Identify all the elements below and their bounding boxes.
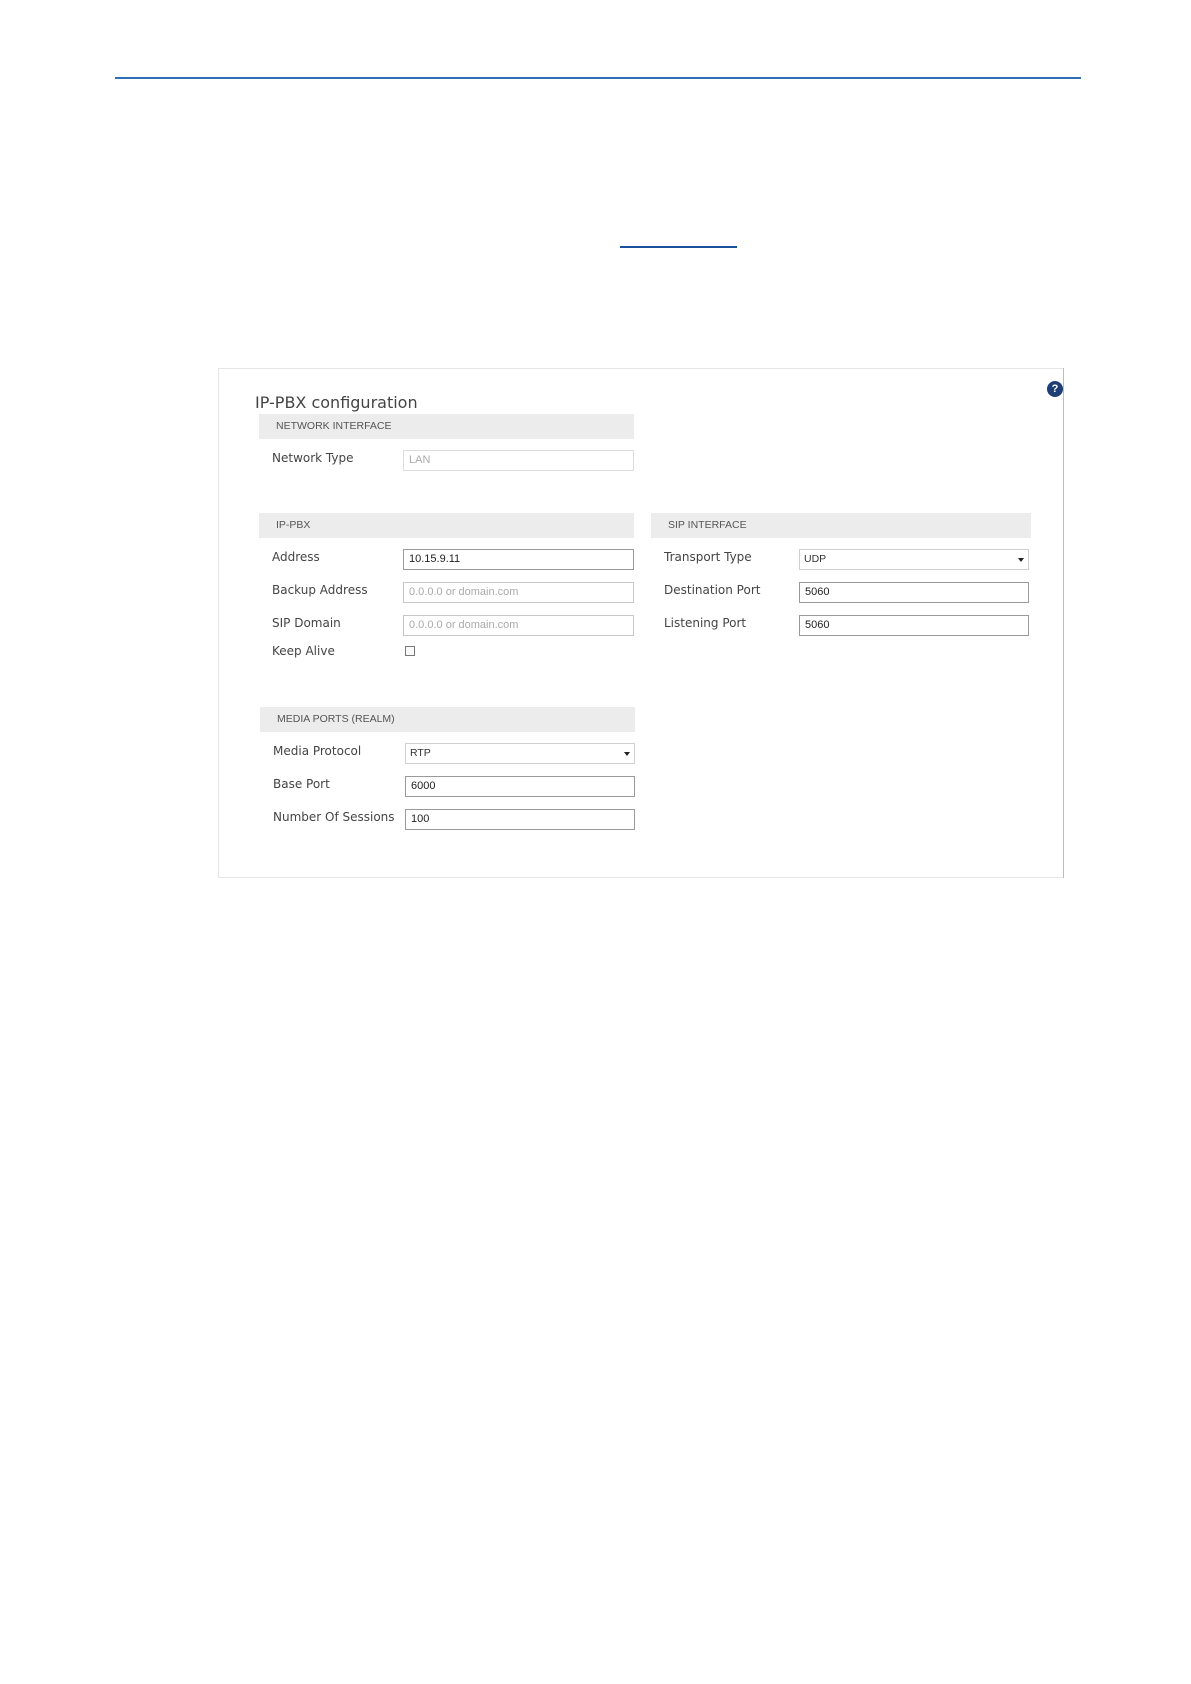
caret-down-icon [1018, 558, 1024, 562]
document-link-underline[interactable] [620, 246, 737, 248]
sip-domain-input[interactable]: 0.0.0.0 or domain.com [403, 615, 634, 636]
panel-scroll-edge [1063, 368, 1064, 878]
caret-down-icon [624, 752, 630, 756]
transport-type-value: UDP [804, 553, 827, 565]
panel-title: IP-PBX configuration [255, 393, 418, 412]
keep-alive-label: Keep Alive [272, 644, 335, 658]
network-type-label: Network Type [272, 451, 354, 465]
help-icon[interactable]: ? [1047, 381, 1063, 397]
header-rule [115, 77, 1081, 79]
destination-port-input[interactable]: 5060 [799, 582, 1029, 603]
media-protocol-value: RTP [410, 747, 431, 759]
section-sip-interface: SIP INTERFACE [651, 513, 1031, 538]
base-port-label: Base Port [273, 777, 330, 791]
network-type-field: LAN [403, 450, 634, 471]
sip-domain-label: SIP Domain [272, 616, 341, 630]
destination-port-label: Destination Port [664, 583, 761, 597]
address-label: Address [272, 550, 320, 564]
media-protocol-label: Media Protocol [273, 744, 362, 758]
section-media-ports: MEDIA PORTS (REALM) [260, 707, 635, 732]
transport-type-label: Transport Type [664, 550, 752, 564]
base-port-input[interactable]: 6000 [405, 776, 635, 797]
listening-port-label: Listening Port [664, 616, 747, 630]
backup-address-label: Backup Address [272, 583, 368, 597]
section-network-interface: NETWORK INTERFACE [259, 414, 634, 439]
address-input[interactable]: 10.15.9.11 [403, 549, 634, 570]
keep-alive-checkbox[interactable] [405, 646, 415, 656]
backup-address-input[interactable]: 0.0.0.0 or domain.com [403, 582, 634, 603]
media-protocol-select[interactable]: RTP [405, 743, 635, 764]
listening-port-input[interactable]: 5060 [799, 615, 1029, 636]
transport-type-select[interactable]: UDP [799, 549, 1029, 570]
section-ip-pbx: IP-PBX [259, 513, 634, 538]
ip-pbx-configuration-panel: IP-PBX configuration ? NETWORK INTERFACE… [218, 368, 1064, 878]
number-of-sessions-input[interactable]: 100 [405, 809, 635, 830]
number-of-sessions-label: Number Of Sessions [273, 810, 395, 824]
